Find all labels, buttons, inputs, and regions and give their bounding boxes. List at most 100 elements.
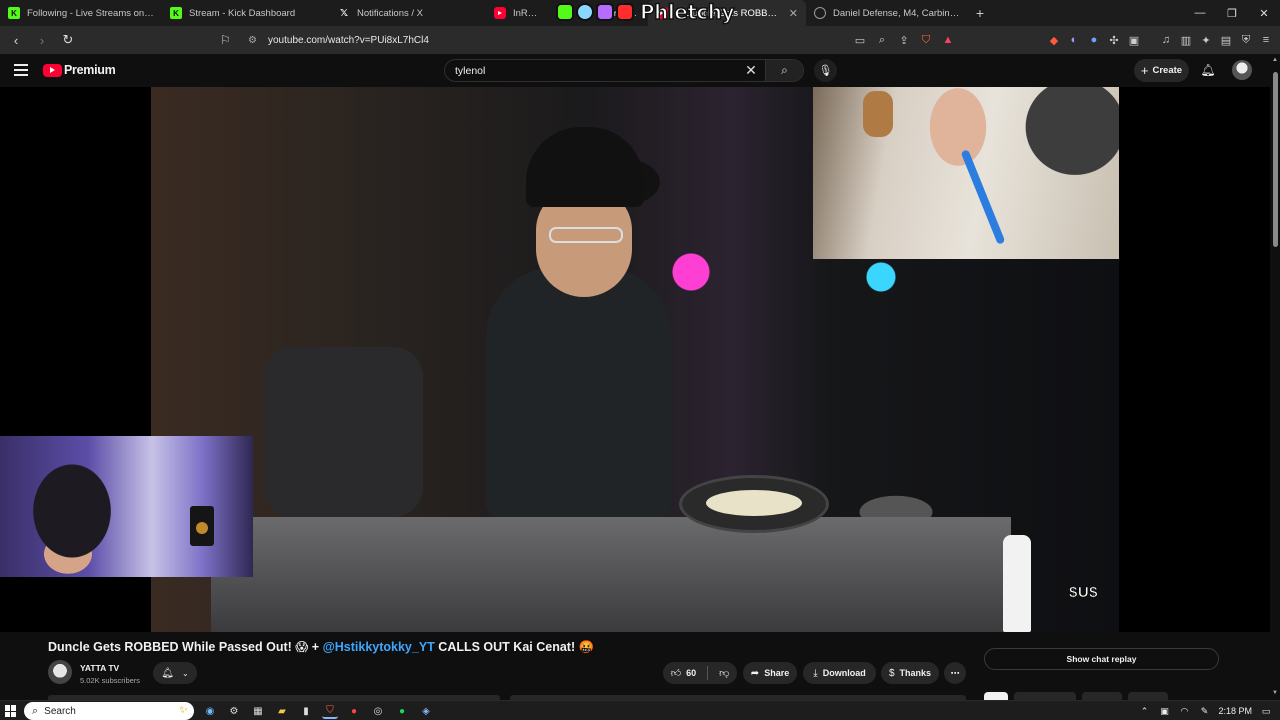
video-title-mention[interactable]: @Hstikkytokky_YT bbox=[323, 640, 435, 654]
video-player[interactable]: $U$ bbox=[0, 87, 1270, 632]
browser-tab-x-notifications[interactable]: 𝕏 Notifications / X bbox=[324, 0, 486, 26]
copilot-sparkle-icon: ✨︎ bbox=[178, 704, 188, 716]
extensions-puzzle-icon[interactable]: ✣ bbox=[1106, 30, 1122, 50]
youtube-logo[interactable]: Premium bbox=[43, 63, 116, 77]
taskbar-apps: ◉ ⚙ ▦ ▰ ▮ ⛉ ● ◎ ● ◈ bbox=[202, 703, 434, 719]
tab-title: Following - Live Streams on Kick bbox=[27, 7, 154, 19]
clock[interactable]: 2:18 PM bbox=[1218, 703, 1252, 719]
tray-app-icon[interactable]: ▣ bbox=[1158, 703, 1170, 719]
notifications-icon[interactable]: ▭ bbox=[1260, 703, 1272, 719]
browser-tab-kick-dashboard[interactable]: K Stream - Kick Dashboard bbox=[162, 0, 324, 26]
extension-icon[interactable]: ▣ bbox=[1126, 30, 1142, 50]
back-icon[interactable]: ‹ bbox=[6, 30, 26, 50]
store-icon[interactable]: ▦ bbox=[250, 703, 266, 719]
media-icon[interactable]: ♫ bbox=[1158, 30, 1174, 50]
extension-icon[interactable]: ◐ bbox=[1066, 30, 1082, 50]
download-button[interactable]: ⤓ Download bbox=[803, 662, 876, 684]
bell-icon: 🔔︎ bbox=[161, 667, 174, 679]
channel-name[interactable]: YATTA TV bbox=[80, 663, 119, 673]
browser-tab-inrealtime[interactable]: InRealTime bbox=[486, 0, 548, 26]
sidebar-icon[interactable]: ▥ bbox=[1178, 30, 1194, 50]
subscription-bell-button[interactable]: 🔔︎ ⌄ bbox=[153, 662, 197, 684]
filter-chip[interactable] bbox=[1082, 692, 1122, 700]
voice-search-button[interactable]: 🎙︎ bbox=[814, 59, 837, 82]
browser-tab-daniel-defense[interactable]: Daniel Defense, M4, Carbine, ISR, 30 bbox=[806, 0, 968, 26]
brave-browser-icon[interactable]: ⛉ bbox=[322, 703, 338, 719]
show-chat-replay-button[interactable]: Show chat replay bbox=[984, 648, 1219, 670]
like-count[interactable]: 60 bbox=[686, 668, 696, 678]
reload-icon[interactable]: ↻ bbox=[58, 30, 78, 50]
steam-icon[interactable]: ◈ bbox=[418, 703, 434, 719]
video-frame-chef bbox=[486, 267, 671, 517]
leo-ai-icon[interactable]: ✦ bbox=[1198, 30, 1214, 50]
thanks-button[interactable]: $ Thanks bbox=[881, 662, 939, 684]
more-actions-button[interactable]: ⋯ bbox=[944, 662, 966, 684]
overlay-logo: Phletchy bbox=[556, 0, 735, 25]
filter-chip[interactable] bbox=[1014, 692, 1076, 700]
search-box[interactable]: tylenol ✕ ⌕ bbox=[444, 59, 804, 82]
youtube-play-icon bbox=[43, 63, 62, 77]
thanks-icon: $ bbox=[888, 667, 895, 679]
terminal-icon[interactable]: ▮ bbox=[298, 703, 314, 719]
scroll-down-icon[interactable]: ▼ bbox=[1272, 690, 1278, 696]
page-scrollbar[interactable]: ▲ ▼ bbox=[1270, 54, 1280, 700]
microphone-icon: 🎙︎ bbox=[818, 65, 833, 77]
forward-icon[interactable]: › bbox=[32, 30, 52, 50]
brave-rewards-icon[interactable]: ▲ bbox=[940, 30, 956, 50]
minimize-icon[interactable]: — bbox=[1184, 0, 1216, 26]
file-explorer-icon[interactable]: ▰ bbox=[274, 703, 290, 719]
vpn-icon[interactable]: ⛨ bbox=[1238, 30, 1254, 50]
cast-icon[interactable]: ▭ bbox=[852, 30, 868, 50]
download-label: Download bbox=[822, 668, 866, 678]
maximize-icon[interactable]: ❐ bbox=[1216, 0, 1248, 26]
thumbs-down-icon[interactable]: 👎︎ bbox=[719, 667, 729, 679]
filter-chip[interactable] bbox=[984, 692, 1008, 700]
wallet-icon[interactable]: ▤ bbox=[1218, 30, 1234, 50]
scrollbar-thumb[interactable] bbox=[1273, 72, 1278, 247]
filter-chip[interactable] bbox=[1128, 692, 1168, 700]
settings-icon[interactable]: ⚙ bbox=[226, 703, 242, 719]
app-icon[interactable]: ● bbox=[346, 703, 362, 719]
pen-icon[interactable]: ✎ bbox=[1198, 703, 1210, 719]
zoom-icon[interactable]: ⌕ bbox=[874, 30, 890, 50]
thumbs-up-icon[interactable]: 👍︎ bbox=[671, 667, 681, 679]
taskbar-search[interactable]: ⌕ Search ✨︎ bbox=[24, 702, 194, 720]
overlay-logo-o bbox=[576, 3, 594, 21]
notifications-bell-icon[interactable]: 🔔︎ bbox=[1200, 62, 1216, 78]
site-info-icon[interactable]: ⚙ bbox=[248, 35, 260, 46]
thanks-label: Thanks bbox=[899, 668, 932, 678]
guide-menu-icon[interactable] bbox=[14, 64, 28, 76]
brave-shield-icon[interactable]: ⛉ bbox=[918, 30, 934, 50]
start-button[interactable] bbox=[5, 705, 17, 717]
new-tab-button[interactable]: + bbox=[968, 5, 992, 21]
bookmark-icon[interactable]: ⚐ bbox=[220, 33, 234, 47]
tab-close-icon[interactable]: ✕ bbox=[789, 7, 798, 20]
obs-icon[interactable]: ◎ bbox=[370, 703, 386, 719]
search-input[interactable]: tylenol bbox=[445, 65, 737, 77]
url-tools: ▭ ⌕ ⇪ ⛉ ▲ bbox=[852, 30, 956, 50]
url-field[interactable]: ⚐ ⚙ youtube.com/watch?v=PUi8xL7hCl4 bbox=[220, 29, 960, 51]
extension-icon[interactable]: ◆ bbox=[1046, 30, 1062, 50]
search-icon: ⌕ bbox=[781, 63, 788, 77]
video-inset-utensil bbox=[960, 149, 1006, 245]
search-button[interactable]: ⌕ bbox=[765, 60, 803, 81]
tray-overflow-icon[interactable]: ⌃ bbox=[1138, 703, 1150, 719]
scroll-up-icon[interactable]: ▲ bbox=[1272, 57, 1278, 63]
account-avatar[interactable] bbox=[1232, 60, 1252, 80]
share-button[interactable]: ➦ Share bbox=[743, 662, 797, 684]
close-window-icon[interactable]: ✕ bbox=[1248, 0, 1280, 26]
channel-avatar[interactable] bbox=[48, 660, 72, 684]
copilot-icon[interactable]: ◉ bbox=[202, 703, 218, 719]
browser-tab-kick-following[interactable]: K Following - Live Streams on Kick bbox=[0, 0, 162, 26]
clear-search-icon[interactable]: ✕ bbox=[737, 62, 765, 79]
extension-icon[interactable]: ● bbox=[1086, 30, 1102, 50]
create-button[interactable]: + Create bbox=[1134, 59, 1189, 82]
overlay-logo-wordmark: Phletchy bbox=[639, 0, 735, 25]
spotify-icon[interactable]: ● bbox=[394, 703, 410, 719]
search-icon: ⌕ bbox=[32, 704, 39, 717]
menu-icon[interactable]: ≡ bbox=[1258, 30, 1274, 50]
wifi-icon[interactable]: ◠ bbox=[1178, 703, 1190, 719]
share-page-icon[interactable]: ⇪ bbox=[896, 30, 912, 50]
youtube-icon bbox=[494, 7, 506, 19]
create-label: Create bbox=[1152, 65, 1183, 76]
